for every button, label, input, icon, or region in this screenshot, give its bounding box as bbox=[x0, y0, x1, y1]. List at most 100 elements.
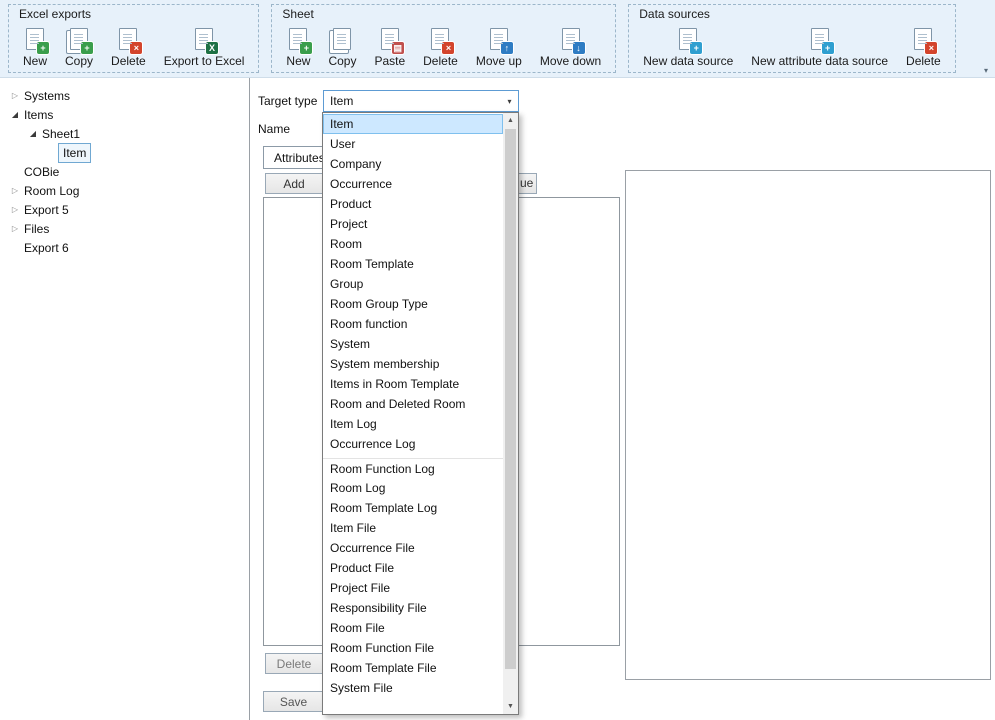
dropdown-option[interactable]: Product File bbox=[323, 558, 503, 578]
toolbar-button[interactable]: + New bbox=[278, 23, 318, 70]
dropdown-option[interactable]: System File bbox=[323, 678, 503, 698]
toolbar-button[interactable]: × Delete bbox=[103, 23, 154, 70]
toolbar-button[interactable]: × Delete bbox=[415, 23, 466, 70]
icon-badge: + bbox=[37, 42, 49, 54]
value-header-partial[interactable]: ue bbox=[518, 173, 537, 194]
toolbar-button[interactable]: ↑ Move up bbox=[468, 23, 530, 70]
dropdown-option[interactable]: User bbox=[323, 134, 503, 154]
dropdown-option-label: Project File bbox=[330, 581, 390, 595]
dropdown-option-label: Company bbox=[330, 157, 381, 171]
tree-item[interactable]: ▷ Room Log bbox=[0, 181, 249, 200]
dropdown-option[interactable]: Item File bbox=[323, 518, 503, 538]
toolbar-button-label: New bbox=[286, 54, 310, 68]
dropdown-option-label: Room File bbox=[330, 621, 385, 635]
toolbar-group-data-sources: Data sources + New data source + New att… bbox=[628, 4, 955, 73]
tree-item[interactable]: ▷ Systems bbox=[0, 86, 249, 105]
dropdown-option-label: Room Log bbox=[330, 481, 385, 495]
tree-item-label: Systems bbox=[22, 87, 72, 105]
toolbar-button[interactable]: + New attribute data source bbox=[743, 23, 896, 70]
dropdown-option[interactable]: Room Log bbox=[323, 478, 503, 498]
tree-expander-icon[interactable]: ▷ bbox=[8, 87, 22, 105]
dropdown-option[interactable]: Occurrence Log bbox=[323, 434, 503, 454]
tree-expander-icon[interactable]: ▷ bbox=[8, 220, 22, 238]
toolbar-button-label: New bbox=[23, 54, 47, 68]
icon-badge: ↑ bbox=[501, 42, 513, 54]
dropdown-option[interactable]: Room Template bbox=[323, 254, 503, 274]
scrollbar-thumb[interactable] bbox=[505, 129, 516, 669]
dropdown-option[interactable]: Room Function Log bbox=[323, 458, 503, 478]
dropdown-option[interactable]: Room Function File bbox=[323, 638, 503, 658]
dropdown-option[interactable]: Group bbox=[323, 274, 503, 294]
dropdown-option[interactable]: Project File bbox=[323, 578, 503, 598]
toolbar-button[interactable]: Copy bbox=[320, 23, 364, 70]
dropdown-option[interactable]: Room Template Log bbox=[323, 498, 503, 518]
dropdown-option[interactable]: Items in Room Template bbox=[323, 374, 503, 394]
scroll-up-icon[interactable]: ▲ bbox=[503, 113, 518, 128]
toolbar-button[interactable]: + New data source bbox=[635, 23, 741, 70]
detail-panel bbox=[625, 170, 991, 680]
dropdown-option-label: User bbox=[330, 137, 355, 151]
tree-item[interactable]: ◢ Sheet1 bbox=[0, 124, 249, 143]
dropdown-option[interactable]: Occurrence bbox=[323, 174, 503, 194]
tree-item[interactable]: Item bbox=[0, 143, 249, 162]
tree-expander-icon[interactable]: ◢ bbox=[8, 106, 22, 124]
dropdown-option-label: Occurrence Log bbox=[330, 437, 415, 451]
tree-item[interactable]: ▷ Files bbox=[0, 219, 249, 238]
toolbar-button[interactable]: ↓ Move down bbox=[532, 23, 609, 70]
copy-sheet-icon bbox=[333, 28, 351, 50]
paste-sheet-icon: ▤ bbox=[381, 28, 399, 50]
dropdown-option-label: Product File bbox=[330, 561, 394, 575]
dropdown-option-label: System bbox=[330, 337, 370, 351]
dropdown-option[interactable]: Room Template File bbox=[323, 658, 503, 678]
tree-expander-icon[interactable]: ◢ bbox=[26, 125, 40, 143]
toolbar-button[interactable]: ▤ Paste bbox=[366, 23, 413, 70]
target-type-label: Target type bbox=[258, 94, 317, 108]
icon-badge: × bbox=[442, 42, 454, 54]
dropdown-option[interactable]: Room File bbox=[323, 618, 503, 638]
chevron-down-icon[interactable]: ▾ bbox=[501, 97, 518, 106]
dropdown-option[interactable]: Room Group Type bbox=[323, 294, 503, 314]
dropdown-option[interactable]: System membership bbox=[323, 354, 503, 374]
dropdown-option[interactable]: Room bbox=[323, 234, 503, 254]
delete-sheet-icon: × bbox=[431, 28, 449, 50]
toolbar-overflow-chevron-icon[interactable]: ▾ bbox=[984, 66, 988, 76]
dropdown-option-label: Item File bbox=[330, 521, 376, 535]
save-button[interactable]: Save bbox=[263, 691, 324, 712]
dropdown-option[interactable]: Responsibility File bbox=[323, 598, 503, 618]
tree-item-label: Files bbox=[22, 220, 51, 238]
dropdown-option[interactable]: Room function bbox=[323, 314, 503, 334]
tree-item-label: Export 5 bbox=[22, 201, 71, 219]
toolbar-button-label: Move up bbox=[476, 54, 522, 68]
move-down-icon: ↓ bbox=[562, 28, 580, 50]
toolbar-button-label: Copy bbox=[328, 54, 356, 68]
dropdown-option[interactable]: Item bbox=[323, 114, 503, 134]
target-type-combobox[interactable]: Item ▾ bbox=[323, 90, 519, 112]
dropdown-option[interactable]: Project bbox=[323, 214, 503, 234]
dropdown-option[interactable]: Company bbox=[323, 154, 503, 174]
scroll-down-icon[interactable]: ▼ bbox=[503, 699, 518, 714]
toolbar-button[interactable]: + New bbox=[15, 23, 55, 70]
dropdown-option-label: Room function bbox=[330, 317, 407, 331]
dropdown-option[interactable]: Item Log bbox=[323, 414, 503, 434]
toolbar-button[interactable]: X Export to Excel bbox=[156, 23, 253, 70]
dropdown-option[interactable]: Product bbox=[323, 194, 503, 214]
delete-button[interactable]: Delete bbox=[265, 653, 323, 674]
icon-badge: ▤ bbox=[392, 42, 404, 54]
toolbar-button[interactable]: × Delete bbox=[898, 23, 949, 70]
tree-item[interactable]: ▷ Export 5 bbox=[0, 200, 249, 219]
tree-expander-icon[interactable]: ▷ bbox=[8, 182, 22, 200]
tree-item[interactable]: Export 6 bbox=[0, 238, 249, 257]
dropdown-option[interactable]: Occurrence File bbox=[323, 538, 503, 558]
tree-expander-icon[interactable]: ▷ bbox=[8, 201, 22, 219]
toolbar-button[interactable]: + Copy bbox=[57, 23, 101, 70]
dropdown-option[interactable]: System bbox=[323, 334, 503, 354]
tree-item[interactable]: ◢ Items bbox=[0, 105, 249, 124]
dropdown-option-label: Occurrence File bbox=[330, 541, 415, 555]
dropdown-option[interactable]: Room and Deleted Room bbox=[323, 394, 503, 414]
dropdown-scrollbar[interactable]: ▲ ▼ bbox=[503, 113, 518, 714]
dropdown-option-label: Items in Room Template bbox=[330, 377, 459, 391]
toolbar-button-label: Export to Excel bbox=[164, 54, 245, 68]
icon-badge: + bbox=[300, 42, 312, 54]
add-button[interactable]: Add bbox=[265, 173, 323, 194]
tree-item[interactable]: COBie bbox=[0, 162, 249, 181]
